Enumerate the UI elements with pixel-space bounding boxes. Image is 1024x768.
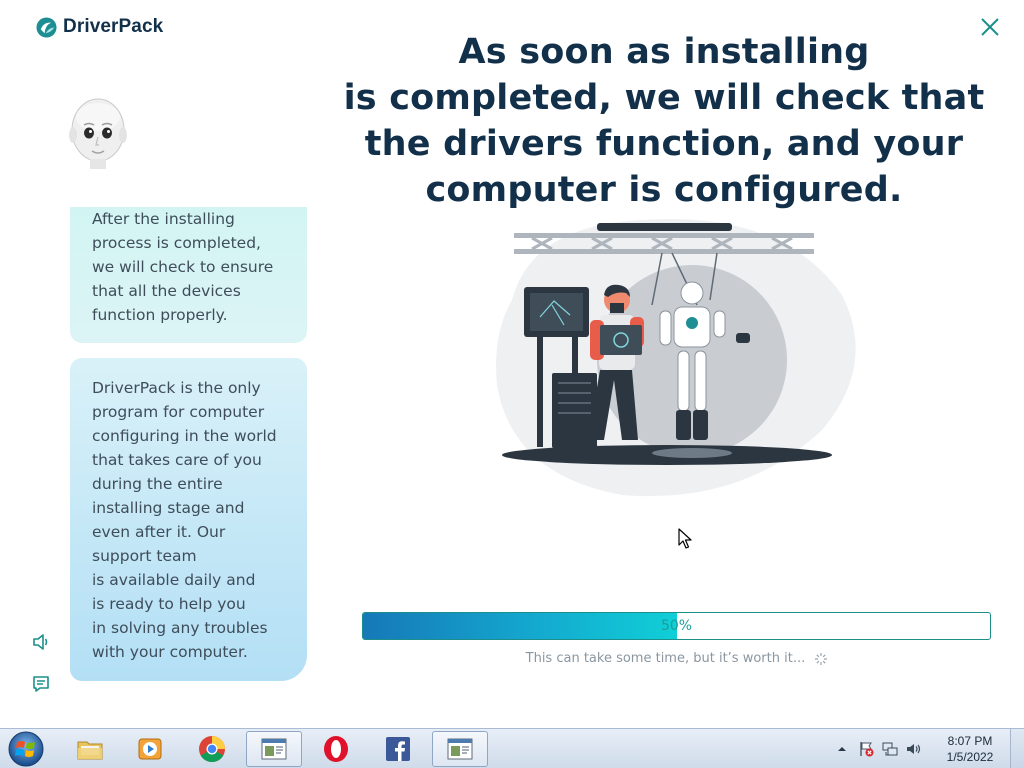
taskbar-opera[interactable] (308, 731, 364, 767)
network-icon[interactable] (881, 740, 899, 758)
message-text-1: After the installing process is complete… (92, 210, 274, 324)
install-progress-bar: 50% (362, 612, 991, 640)
folder-icon (77, 741, 103, 760)
taskbar-explorer[interactable] (62, 731, 118, 767)
message-bubble-2: DriverPack is the only program for compu… (70, 358, 307, 681)
message-bubble-1: After the installing process is complete… (70, 207, 307, 343)
action-center-flag-icon[interactable] (857, 740, 875, 758)
show-desktop-button[interactable] (1010, 729, 1024, 768)
taskbar-media-player[interactable] (122, 731, 178, 767)
taskbar-facebook[interactable] (370, 731, 426, 767)
opera-icon (324, 736, 348, 762)
window-icon (447, 738, 473, 760)
start-button-windows-icon[interactable] (6, 730, 46, 768)
media-player-icon (138, 738, 162, 760)
chat-icon[interactable] (31, 674, 51, 694)
brand-name: DriverPack (63, 16, 164, 37)
taskbar-chrome[interactable] (184, 731, 240, 767)
brand: DriverPack (36, 16, 163, 38)
chrome-icon (199, 736, 225, 763)
avatar (69, 98, 127, 169)
system-clock[interactable]: 8:07 PM 1/5/2022 (930, 733, 1010, 765)
robot-engineer-illustration (496, 218, 856, 497)
mouse-cursor-icon (678, 528, 692, 549)
progress-percent: 50% (660, 618, 693, 634)
message-text-2: DriverPack is the only program for compu… (92, 379, 277, 661)
progress-hint: This can take some time, but it’s worth … (362, 651, 991, 666)
clock-date: 1/5/2022 (946, 750, 994, 764)
page-headline: As soon as installing is completed, we w… (343, 32, 985, 210)
driverpack-window: DriverPack After the installing process … (0, 0, 1024, 728)
progress-hint-text: This can take some time, but it’s worth … (525, 651, 806, 666)
system-tray: 8:07 PM 1/5/2022 (830, 729, 1024, 768)
show-hidden-icons-icon[interactable] (833, 740, 851, 758)
volume-icon[interactable] (905, 740, 923, 758)
taskbar: 8:07 PM 1/5/2022 (0, 728, 1024, 768)
facebook-icon (386, 737, 410, 761)
driverpack-logo-icon (36, 16, 57, 38)
speaker-icon[interactable] (31, 632, 51, 652)
window-icon (261, 738, 287, 760)
clock-time: 8:07 PM (947, 734, 993, 748)
taskbar-window-2[interactable] (432, 731, 488, 767)
taskbar-window-1[interactable] (246, 731, 302, 767)
loading-spinner-icon (815, 652, 828, 665)
